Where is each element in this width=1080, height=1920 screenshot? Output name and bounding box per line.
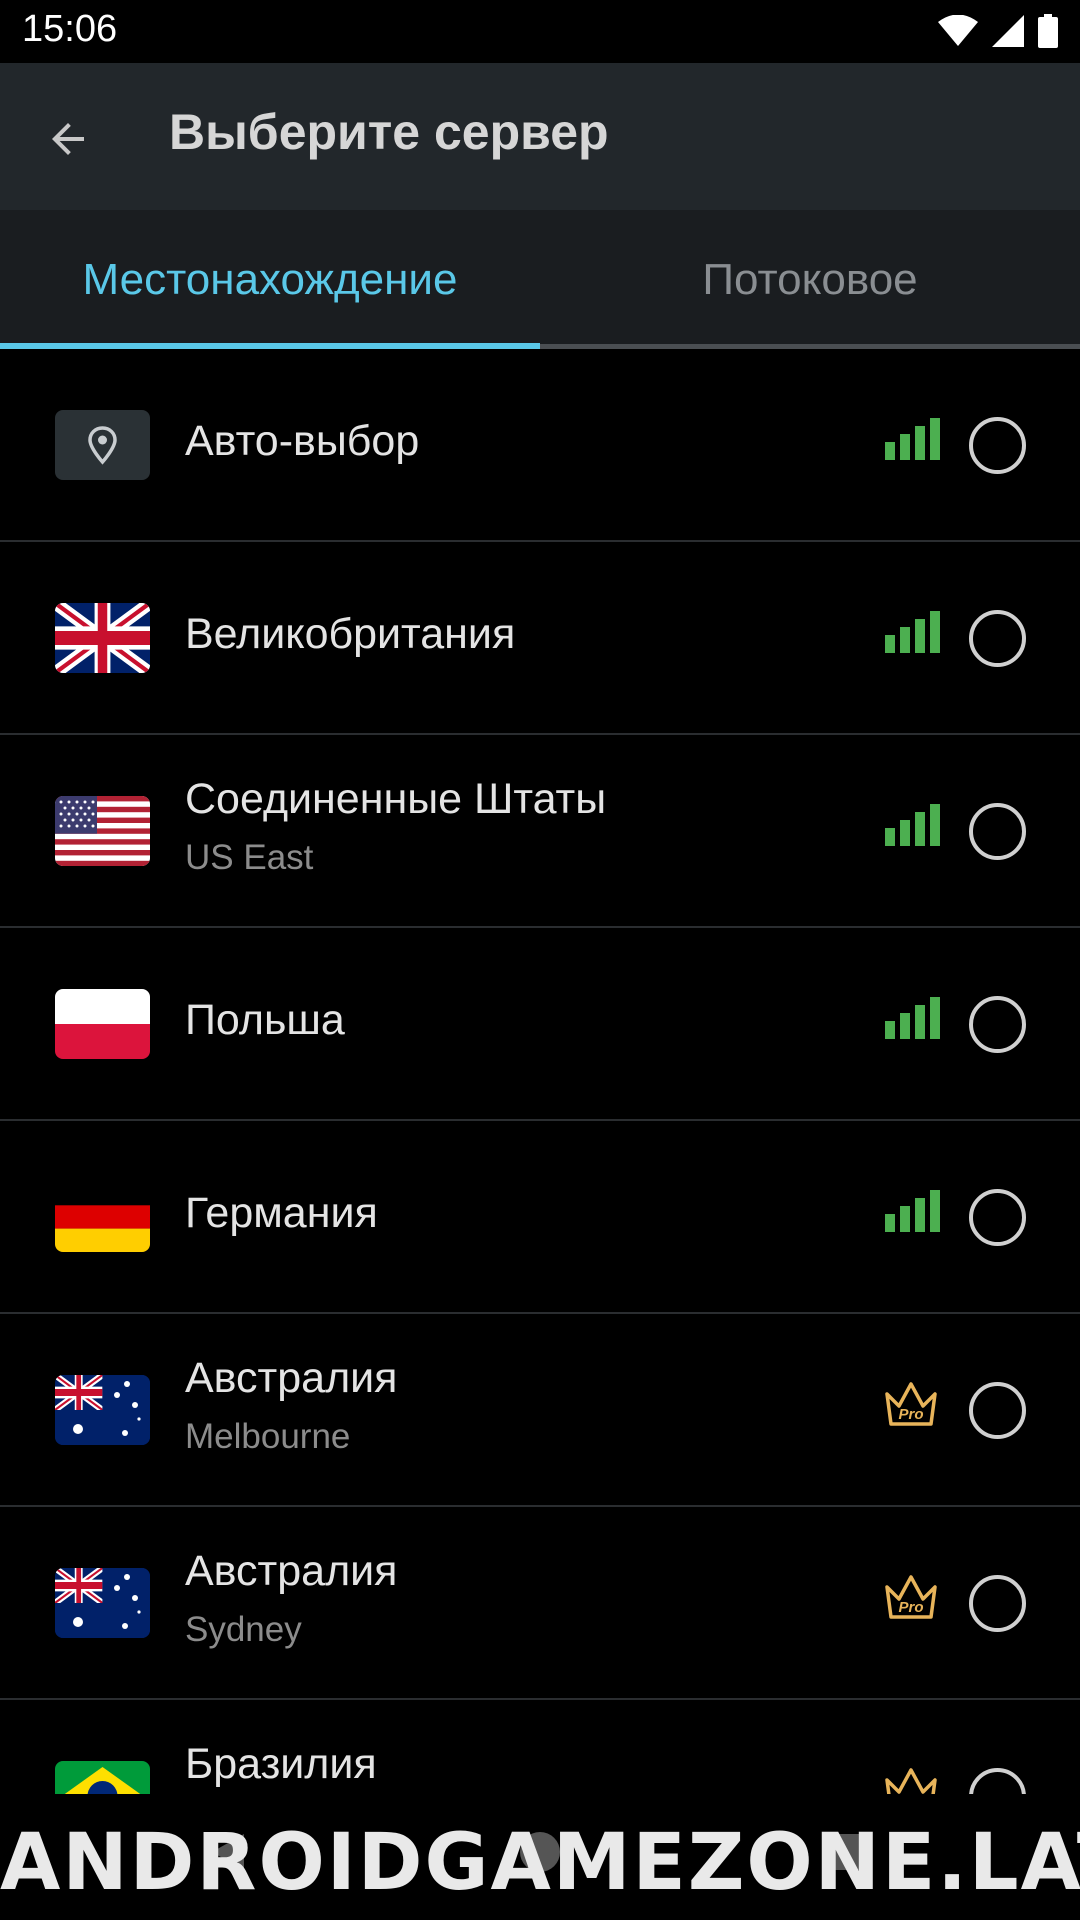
status-icons — [938, 12, 1058, 50]
poland-flag-icon — [55, 989, 150, 1059]
server-city: US East — [185, 838, 314, 877]
server-radio[interactable] — [969, 1382, 1026, 1439]
server-radio[interactable] — [969, 1575, 1026, 1632]
page-title: Выберите сервер — [169, 104, 609, 160]
signal-strength-icon — [885, 804, 940, 846]
pro-crown-icon: Pro — [885, 1575, 937, 1619]
wifi-icon — [938, 15, 978, 46]
pro-crown-icon: Pro — [885, 1768, 937, 1794]
server-name: Польша — [185, 996, 345, 1044]
pro-label: Pro — [898, 1599, 923, 1616]
tab-streaming[interactable]: Потоковое — [540, 210, 1080, 349]
brazil-flag-icon — [55, 1761, 150, 1794]
server-radio[interactable] — [969, 996, 1026, 1053]
signal-strength-icon — [885, 997, 940, 1039]
server-city: Sydney — [185, 1610, 302, 1649]
signal-strength-icon — [885, 611, 940, 653]
server-name: Бразилия — [185, 1740, 377, 1788]
server-radio[interactable] — [969, 1189, 1026, 1246]
server-name: Германия — [185, 1189, 378, 1237]
server-list[interactable]: Авто-выбор Великобритания Соединенные Шт… — [0, 349, 1080, 1794]
status-time: 15:06 — [22, 8, 118, 50]
server-row[interactable]: Австралия Melbourne Pro — [0, 1314, 1080, 1507]
germany-flag-icon — [55, 1182, 150, 1252]
server-radio[interactable] — [969, 803, 1026, 860]
app-bar: Выберите сервер — [0, 63, 1080, 210]
watermark-text: ANDROIDGAMEZONE.LAT — [0, 1818, 1080, 1908]
server-radio[interactable] — [969, 610, 1026, 667]
server-row[interactable]: Великобритания — [0, 542, 1080, 735]
server-name: Авто-выбор — [185, 417, 420, 465]
server-row[interactable]: Австралия Sydney Pro — [0, 1507, 1080, 1700]
tab-location[interactable]: Местонахождение — [0, 210, 540, 349]
server-name: Великобритания — [185, 610, 516, 658]
server-radio[interactable] — [969, 1768, 1026, 1794]
cell-signal-icon — [992, 15, 1024, 47]
signal-strength-icon — [885, 418, 940, 460]
server-row[interactable]: Германия — [0, 1121, 1080, 1314]
server-city: Melbourne — [185, 1417, 351, 1456]
back-button[interactable] — [28, 99, 108, 179]
pro-crown-icon: Pro — [885, 1382, 937, 1426]
server-row[interactable]: Соединенные Штаты US East — [0, 735, 1080, 928]
us-flag-icon — [55, 796, 150, 866]
signal-strength-icon — [885, 1190, 940, 1232]
server-name: Соединенные Штаты — [185, 775, 607, 823]
server-name: Австралия — [185, 1354, 398, 1402]
server-name: Австралия — [185, 1547, 398, 1595]
server-row[interactable]: Бразилия Pro — [0, 1700, 1080, 1794]
battery-icon — [1038, 14, 1058, 48]
pro-label: Pro — [898, 1406, 923, 1423]
server-row[interactable]: Польша — [0, 928, 1080, 1121]
australia-flag-icon — [55, 1375, 150, 1445]
tab-bar: Местонахождение Потоковое — [0, 210, 1080, 349]
australia-flag-icon — [55, 1568, 150, 1638]
server-radio[interactable] — [969, 417, 1026, 474]
arrow-back-icon — [52, 123, 84, 155]
status-bar: 15:06 — [0, 0, 1080, 63]
location-pin-icon — [55, 410, 150, 480]
server-row[interactable]: Авто-выбор — [0, 349, 1080, 542]
uk-flag-icon — [55, 603, 150, 673]
